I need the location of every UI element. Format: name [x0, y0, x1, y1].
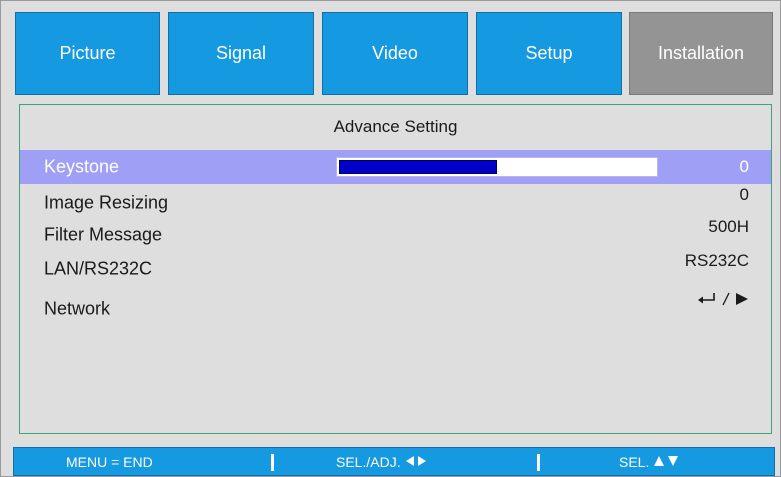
image-resizing-value: 0: [739, 185, 749, 204]
select-adjust-hint-text: SEL./ADJ.: [336, 453, 401, 470]
key-hint-bar: MENU = END SEL./ADJ. SEL.: [13, 447, 775, 476]
tab-label: Video: [372, 43, 418, 63]
select-hint: SEL.: [619, 454, 679, 470]
up-down-arrows-icon: [653, 454, 679, 470]
enter-icon: [697, 291, 717, 311]
network-row[interactable]: Network: [20, 292, 771, 326]
tab-video[interactable]: Video: [322, 12, 468, 95]
keystone-row[interactable]: Keystone 0: [20, 150, 771, 184]
select-adjust-hint: SEL./ADJ.: [336, 454, 427, 470]
image-resizing-label: Image Resizing: [44, 192, 169, 213]
right-arrow-icon: [735, 291, 749, 311]
panel-title: Advance Setting: [333, 117, 458, 136]
tab-picture[interactable]: Picture: [15, 12, 160, 95]
advance-setting-panel: Advance Setting Keystone 0 Image Resizin…: [19, 104, 772, 434]
filter-message-label: Filter Message: [44, 224, 163, 245]
keystone-value: 0: [739, 157, 749, 176]
tab-label: Setup: [525, 43, 573, 63]
slash-separator-icon: [721, 291, 731, 311]
tab-label: Picture: [59, 43, 116, 63]
select-hint-text: SEL.: [619, 453, 650, 470]
image-resizing-row[interactable]: Image Resizing 0: [20, 185, 771, 220]
osd-menu-frame: Picture Signal Video Setup Installation …: [0, 0, 781, 477]
left-right-arrows-icon: [405, 454, 427, 470]
lan-rs232c-value: RS232C: [684, 251, 749, 270]
keystone-label: Keystone: [44, 156, 120, 177]
filter-message-value: 500H: [708, 217, 749, 236]
keystone-slider-fill: [339, 160, 497, 174]
tab-installation[interactable]: Installation: [629, 12, 773, 95]
menu-tabs: Picture Signal Video Setup Installation: [15, 12, 773, 97]
hint-separator: [271, 454, 274, 471]
network-label: Network: [44, 298, 111, 319]
lan-rs232c-row[interactable]: LAN/RS232C RS232C: [20, 251, 771, 286]
menu-end-hint: MENU = END: [66, 453, 153, 470]
tab-label: Installation: [657, 43, 745, 63]
filter-message-row[interactable]: Filter Message 500H: [20, 217, 771, 252]
lan-rs232c-label: LAN/RS232C: [44, 258, 153, 279]
network-value: [697, 291, 749, 311]
keystone-slider[interactable]: [336, 157, 658, 177]
hint-separator: [537, 454, 540, 471]
tab-label: Signal: [215, 43, 267, 63]
tab-setup[interactable]: Setup: [476, 12, 622, 95]
tab-signal[interactable]: Signal: [168, 12, 314, 95]
